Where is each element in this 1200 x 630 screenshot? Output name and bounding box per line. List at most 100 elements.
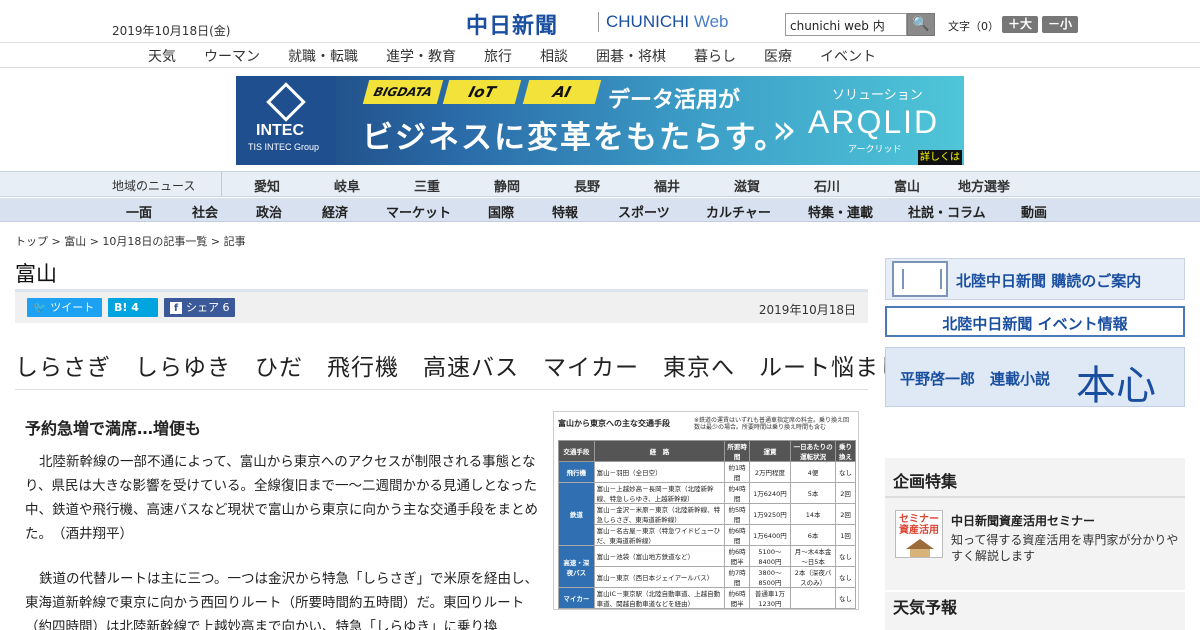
section-nav-item[interactable]: カルチャー [706,202,771,221]
article-date: 2019年10月18日 [758,303,856,317]
divider [15,389,868,390]
site-logo[interactable]: 中日新聞 [466,8,558,40]
ad-product-kana: アークリッド [848,145,902,155]
table-header: 交通手段 [558,440,595,462]
font-size-label: 文字（0） [948,20,999,33]
table-cell: 約1時間 [724,461,750,483]
top-nav-item[interactable]: 相談 [540,46,568,66]
top-nav: 天気 ウーマン 就職・転職 進学・教育 旅行 相談 囲碁・将棋 暮らし 医療 イ… [0,42,1200,68]
section-nav-item[interactable]: 経済 [322,202,348,221]
top-nav-item[interactable]: 就職・転職 [288,46,358,66]
font-smaller-button[interactable]: －小 [1042,16,1078,33]
top-nav-item[interactable]: 暮らし [694,46,736,66]
table-cell: 6本 [790,524,837,546]
section-nav-item[interactable]: 特集・連載 [808,202,873,221]
table-cell: 富山－名古屋－東京（特急ワイドビューひだ、東海道新幹線） [593,524,726,546]
weather-heading: 天気予報 [893,598,958,617]
subscribe-banner[interactable]: 北陸中日新聞 購読のご案内 [885,258,1185,300]
novel-banner[interactable]: 平野啓一郎 連載小説 本心 [885,347,1185,409]
seminar-icon-text: セミナー資産活用 [899,514,939,536]
novel-title: 本心 [1076,363,1156,409]
ad-banner[interactable]: INTEC TIS INTEC Group BIGDATA IoT AI データ… [236,76,964,165]
feature-heading: 企画特集 [893,472,958,491]
transport-table: 交通手段 経 路 所要時間 運賃 一日あたりの運転状況 乗り換え 飛行機 富山－… [558,440,856,609]
ad-more-button[interactable]: 詳しくは [918,150,962,165]
top-nav-item[interactable]: 天気 [148,46,176,66]
share-label: シェア 6 [186,301,230,314]
table-cell: 富山－東京（西日本ジェイアールバス） [593,566,726,588]
font-bigger-button[interactable]: ＋大 [1002,16,1038,33]
region-nav-item[interactable]: 富山 [894,176,920,195]
facebook-share-button[interactable]: f シェア 6 [164,298,235,317]
intec-logo: INTEC TIS INTEC Group [236,76,336,165]
today-date: 2019年10月18日(金) [112,24,231,38]
section-nav-item[interactable]: 特報 [552,202,578,221]
transport-table-image[interactable]: 富山から東京への主な交通手段 ※鉄道の運賃はいずれも普通車指定席の料金。乗り換え… [553,411,859,610]
breadcrumb[interactable]: トップ > 富山 > 10月18日の記事一覧 > 記事 [15,233,246,249]
intec-brand: INTEC [256,122,304,139]
region-nav-item[interactable]: 岐阜 [334,176,360,195]
top-nav-item[interactable]: イベント [820,46,876,66]
table-cell: 約4時間 [724,482,750,504]
region-nav-item[interactable]: 愛知 [254,176,280,195]
table-cell: 飛行機 [558,461,595,483]
search-input[interactable]: chunichi web 内 [785,13,907,36]
page-title: 富山 [15,262,57,286]
event-info-label: 北陸中日新聞 イベント情報 [942,315,1128,333]
region-nav-item[interactable]: 地方選挙 [958,176,1010,195]
region-nav-item[interactable]: 石川 [814,176,840,195]
event-info-banner[interactable]: 北陸中日新聞 イベント情報 [885,306,1185,337]
ad-tag: BIGDATA [362,80,444,104]
section-nav-item[interactable]: 動画 [1021,202,1047,221]
site-header: 2019年10月18日(金) 中日新聞 CHUNICHI Web chunich… [0,0,1200,42]
top-nav-item[interactable]: 旅行 [484,46,512,66]
section-nav-item[interactable]: 社説・コラム [908,202,986,221]
seminar-icon[interactable]: セミナー資産活用 [895,510,943,558]
tweet-button[interactable]: 🐦 ツイート [27,298,102,317]
feature-title[interactable]: 中日新聞資産活用セミナー [951,512,1095,529]
region-nav-item[interactable]: 福井 [654,176,680,195]
table-cell: なし [835,566,856,588]
table-cell: 1万6400円 [748,524,792,546]
region-nav-item[interactable]: 静岡 [494,176,520,195]
ad-line2: ビジネスに変革をもたらす。 [362,120,788,156]
table-cell: 約6時間 [724,524,750,546]
region-nav-item[interactable]: 三重 [414,176,440,195]
hatena-bookmark-button[interactable]: B! 4 [108,298,158,317]
table-cell: 約6時間半 [724,587,750,609]
section-nav-item[interactable]: 政治 [256,202,282,221]
section-nav-item[interactable]: 国際 [488,202,514,221]
table-title: 富山から東京への主な交通手段 [558,419,670,428]
top-nav-item[interactable]: 囲碁・将棋 [596,46,666,66]
section-nav-item[interactable]: 社会 [192,202,218,221]
newspaper-icon [892,261,948,297]
facebook-icon: f [170,302,182,314]
table-cell: 2回 [835,482,856,504]
top-nav-item[interactable]: ウーマン [204,46,260,66]
table-header: 経 路 [593,440,726,462]
search-icon[interactable]: 🔍 [907,13,935,36]
table-row: 鉄道 富山－上越妙高－長岡－東京（北陸新幹線、特急しらゆき、上越新幹線） 約4時… [558,482,856,546]
top-nav-item[interactable]: 医療 [764,46,792,66]
region-nav-item[interactable]: 長野 [574,176,600,195]
table-cell: 5本 [790,482,837,504]
table-cell [790,587,837,609]
top-nav-item[interactable]: 進学・教育 [386,46,456,66]
table-note: ※鉄道の運賃はいずれも普通車指定席の料金。乗り換え回数は最少の場合。所要時間は乗… [694,417,850,431]
ad-tag: AI [522,80,602,104]
table-cell: 14本 [790,503,837,525]
table-row: 富山－名古屋－東京（特急ワイドビューひだ、東海道新幹線） 約6時間 1万6400… [559,524,856,546]
section-nav-item[interactable]: 一面 [126,202,152,221]
novel-author: 平野啓一郎 連載小説 [900,370,1051,388]
table-row: 富山－東京（西日本ジェイアールバス） 約7時間 3800～8500円 2本（深夜… [559,566,856,588]
table-cell: 普通車1万1230円 [748,587,792,609]
table-cell: 2回 [835,503,856,525]
table-cell: 5100～8400円 [748,545,792,567]
section-nav-item[interactable]: マーケット [386,202,451,221]
region-nav-label: 地域のニュース [112,179,196,193]
section-nav-item[interactable]: スポーツ [618,202,670,221]
table-cell: 2万円程度 [748,461,792,483]
site-logo-en[interactable]: CHUNICHI Web [606,12,729,32]
feature-section: 企画特集 セミナー資産活用 中日新聞資産活用セミナー 知って得する資産活用を専門… [885,458,1185,590]
region-nav-item[interactable]: 滋賀 [734,176,760,195]
